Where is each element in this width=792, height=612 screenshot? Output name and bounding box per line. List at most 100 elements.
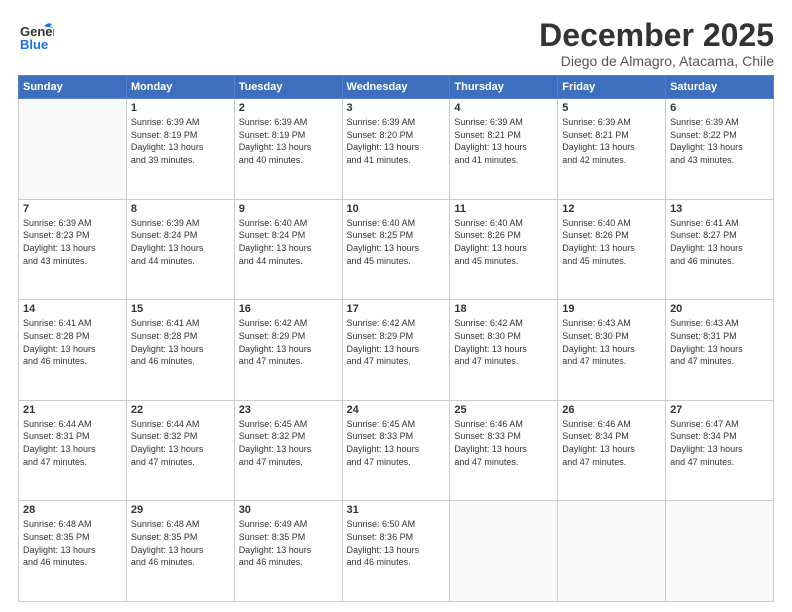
day-info: Sunrise: 6:39 AMSunset: 8:22 PMDaylight:… xyxy=(670,116,769,166)
day-number: 11 xyxy=(454,203,553,215)
day-number: 20 xyxy=(670,303,769,315)
day-info: Sunrise: 6:48 AMSunset: 8:35 PMDaylight:… xyxy=(23,518,122,568)
calendar-cell: 19Sunrise: 6:43 AMSunset: 8:30 PMDayligh… xyxy=(558,300,666,401)
day-number: 17 xyxy=(347,303,446,315)
calendar-cell xyxy=(558,501,666,602)
day-number: 28 xyxy=(23,504,122,516)
day-number: 15 xyxy=(131,303,230,315)
day-info: Sunrise: 6:39 AMSunset: 8:21 PMDaylight:… xyxy=(562,116,661,166)
header: General Blue December 2025 Diego de Alma… xyxy=(18,18,774,69)
logo: General Blue xyxy=(18,18,54,59)
calendar-cell: 18 Sunrise: 6:42 AMSunset: 8:30 PMDayligh… xyxy=(450,300,558,401)
day-info: Sunrise: 6:40 AMSunset: 8:25 PMDaylight:… xyxy=(347,217,446,267)
calendar-cell: 8 Sunrise: 6:39 AMSunset: 8:24 PMDaylight… xyxy=(126,199,234,300)
day-number: 8 xyxy=(131,203,230,215)
calendar-header-row: Sunday Monday Tuesday Wednesday Thursday… xyxy=(19,76,774,99)
day-info: Sunrise: 6:39 AMSunset: 8:20 PMDaylight:… xyxy=(347,116,446,166)
day-info: Sunrise: 6:40 AMSunset: 8:24 PMDaylight:… xyxy=(239,217,338,267)
calendar-cell: 4Sunrise: 6:39 AMSunset: 8:21 PMDaylight… xyxy=(450,99,558,200)
day-number: 14 xyxy=(23,303,122,315)
day-info: Sunrise: 6:45 AMSunset: 8:33 PMDaylight:… xyxy=(347,418,446,468)
calendar-cell: 7 Sunrise: 6:39 AMSunset: 8:23 PMDaylight… xyxy=(19,199,127,300)
title-block: December 2025 Diego de Almagro, Atacama,… xyxy=(539,18,774,69)
calendar-week-row: 28 Sunrise: 6:48 AMSunset: 8:35 PMDayligh… xyxy=(19,501,774,602)
day-number: 23 xyxy=(239,404,338,416)
calendar-cell: 17 Sunrise: 6:42 AMSunset: 8:29 PMDayligh… xyxy=(342,300,450,401)
calendar-cell: 24 Sunrise: 6:45 AMSunset: 8:33 PMDayligh… xyxy=(342,400,450,501)
day-info: Sunrise: 6:39 AMSunset: 8:23 PMDaylight:… xyxy=(23,217,122,267)
day-info: Sunrise: 6:39 AMSunset: 8:21 PMDaylight:… xyxy=(454,116,553,166)
day-info: Sunrise: 6:41 AMSunset: 8:27 PMDaylight:… xyxy=(670,217,769,267)
calendar-cell: 2 Sunrise: 6:39 AMSunset: 8:19 PMDaylight… xyxy=(234,99,342,200)
day-info: Sunrise: 6:46 AMSunset: 8:34 PMDaylight:… xyxy=(562,418,661,468)
day-number: 1 xyxy=(131,102,230,114)
day-number: 10 xyxy=(347,203,446,215)
calendar-week-row: 7 Sunrise: 6:39 AMSunset: 8:23 PMDaylight… xyxy=(19,199,774,300)
calendar-cell xyxy=(450,501,558,602)
day-info: Sunrise: 6:44 AMSunset: 8:31 PMDaylight:… xyxy=(23,418,122,468)
logo-icon: General Blue xyxy=(18,18,54,59)
day-number: 25 xyxy=(454,404,553,416)
calendar-cell: 25Sunrise: 6:46 AMSunset: 8:33 PMDayligh… xyxy=(450,400,558,501)
day-number: 16 xyxy=(239,303,338,315)
calendar-cell: 23 Sunrise: 6:45 AMSunset: 8:32 PMDayligh… xyxy=(234,400,342,501)
day-number: 26 xyxy=(562,404,661,416)
calendar-cell: 26 Sunrise: 6:46 AMSunset: 8:34 PMDayligh… xyxy=(558,400,666,501)
day-info: Sunrise: 6:40 AMSunset: 8:26 PMDaylight:… xyxy=(562,217,661,267)
col-saturday: Saturday xyxy=(666,76,774,99)
calendar-cell: 16 Sunrise: 6:42 AMSunset: 8:29 PMDayligh… xyxy=(234,300,342,401)
calendar-week-row: 21 Sunrise: 6:44 AMSunset: 8:31 PMDayligh… xyxy=(19,400,774,501)
day-info: Sunrise: 6:47 AMSunset: 8:34 PMDaylight:… xyxy=(670,418,769,468)
day-number: 3 xyxy=(347,102,446,114)
day-info: Sunrise: 6:42 AMSunset: 8:30 PMDaylight:… xyxy=(454,317,553,367)
calendar-cell: 11Sunrise: 6:40 AMSunset: 8:26 PMDayligh… xyxy=(450,199,558,300)
calendar-cell: 14 Sunrise: 6:41 AMSunset: 8:28 PMDayligh… xyxy=(19,300,127,401)
calendar-cell: 20 Sunrise: 6:43 AMSunset: 8:31 PMDayligh… xyxy=(666,300,774,401)
day-info: Sunrise: 6:39 AMSunset: 8:19 PMDaylight:… xyxy=(131,116,230,166)
day-info: Sunrise: 6:50 AMSunset: 8:36 PMDaylight:… xyxy=(347,518,446,568)
day-info: Sunrise: 6:49 AMSunset: 8:35 PMDaylight:… xyxy=(239,518,338,568)
svg-text:Blue: Blue xyxy=(20,37,48,52)
day-number: 21 xyxy=(23,404,122,416)
day-number: 29 xyxy=(131,504,230,516)
day-info: Sunrise: 6:44 AMSunset: 8:32 PMDaylight:… xyxy=(131,418,230,468)
day-info: Sunrise: 6:43 AMSunset: 8:31 PMDaylight:… xyxy=(670,317,769,367)
calendar-cell: 28 Sunrise: 6:48 AMSunset: 8:35 PMDayligh… xyxy=(19,501,127,602)
col-thursday: Thursday xyxy=(450,76,558,99)
day-info: Sunrise: 6:42 AMSunset: 8:29 PMDaylight:… xyxy=(347,317,446,367)
day-number: 5 xyxy=(562,102,661,114)
calendar-cell: 6Sunrise: 6:39 AMSunset: 8:22 PMDaylight… xyxy=(666,99,774,200)
calendar-cell: 27 Sunrise: 6:47 AMSunset: 8:34 PMDayligh… xyxy=(666,400,774,501)
calendar-cell: 21 Sunrise: 6:44 AMSunset: 8:31 PMDayligh… xyxy=(19,400,127,501)
day-info: Sunrise: 6:42 AMSunset: 8:29 PMDaylight:… xyxy=(239,317,338,367)
calendar-cell: 9 Sunrise: 6:40 AMSunset: 8:24 PMDaylight… xyxy=(234,199,342,300)
day-info: Sunrise: 6:39 AMSunset: 8:19 PMDaylight:… xyxy=(239,116,338,166)
day-number: 30 xyxy=(239,504,338,516)
calendar-cell: 31 Sunrise: 6:50 AMSunset: 8:36 PMDayligh… xyxy=(342,501,450,602)
day-number: 12 xyxy=(562,203,661,215)
col-monday: Monday xyxy=(126,76,234,99)
day-info: Sunrise: 6:45 AMSunset: 8:32 PMDaylight:… xyxy=(239,418,338,468)
day-info: Sunrise: 6:41 AMSunset: 8:28 PMDaylight:… xyxy=(131,317,230,367)
main-title: December 2025 xyxy=(539,18,774,53)
day-number: 31 xyxy=(347,504,446,516)
day-number: 18 xyxy=(454,303,553,315)
calendar-cell: 3 Sunrise: 6:39 AMSunset: 8:20 PMDaylight… xyxy=(342,99,450,200)
day-number: 27 xyxy=(670,404,769,416)
day-number: 7 xyxy=(23,203,122,215)
calendar-cell xyxy=(19,99,127,200)
day-number: 9 xyxy=(239,203,338,215)
calendar-cell xyxy=(666,501,774,602)
day-info: Sunrise: 6:41 AMSunset: 8:28 PMDaylight:… xyxy=(23,317,122,367)
page: General Blue December 2025 Diego de Alma… xyxy=(0,0,792,612)
day-number: 24 xyxy=(347,404,446,416)
calendar-cell: 13Sunrise: 6:41 AMSunset: 8:27 PMDayligh… xyxy=(666,199,774,300)
col-wednesday: Wednesday xyxy=(342,76,450,99)
day-number: 2 xyxy=(239,102,338,114)
calendar-week-row: 1 Sunrise: 6:39 AMSunset: 8:19 PMDaylight… xyxy=(19,99,774,200)
col-sunday: Sunday xyxy=(19,76,127,99)
day-number: 19 xyxy=(562,303,661,315)
subtitle: Diego de Almagro, Atacama, Chile xyxy=(539,53,774,69)
calendar-table: Sunday Monday Tuesday Wednesday Thursday… xyxy=(18,75,774,602)
day-info: Sunrise: 6:39 AMSunset: 8:24 PMDaylight:… xyxy=(131,217,230,267)
